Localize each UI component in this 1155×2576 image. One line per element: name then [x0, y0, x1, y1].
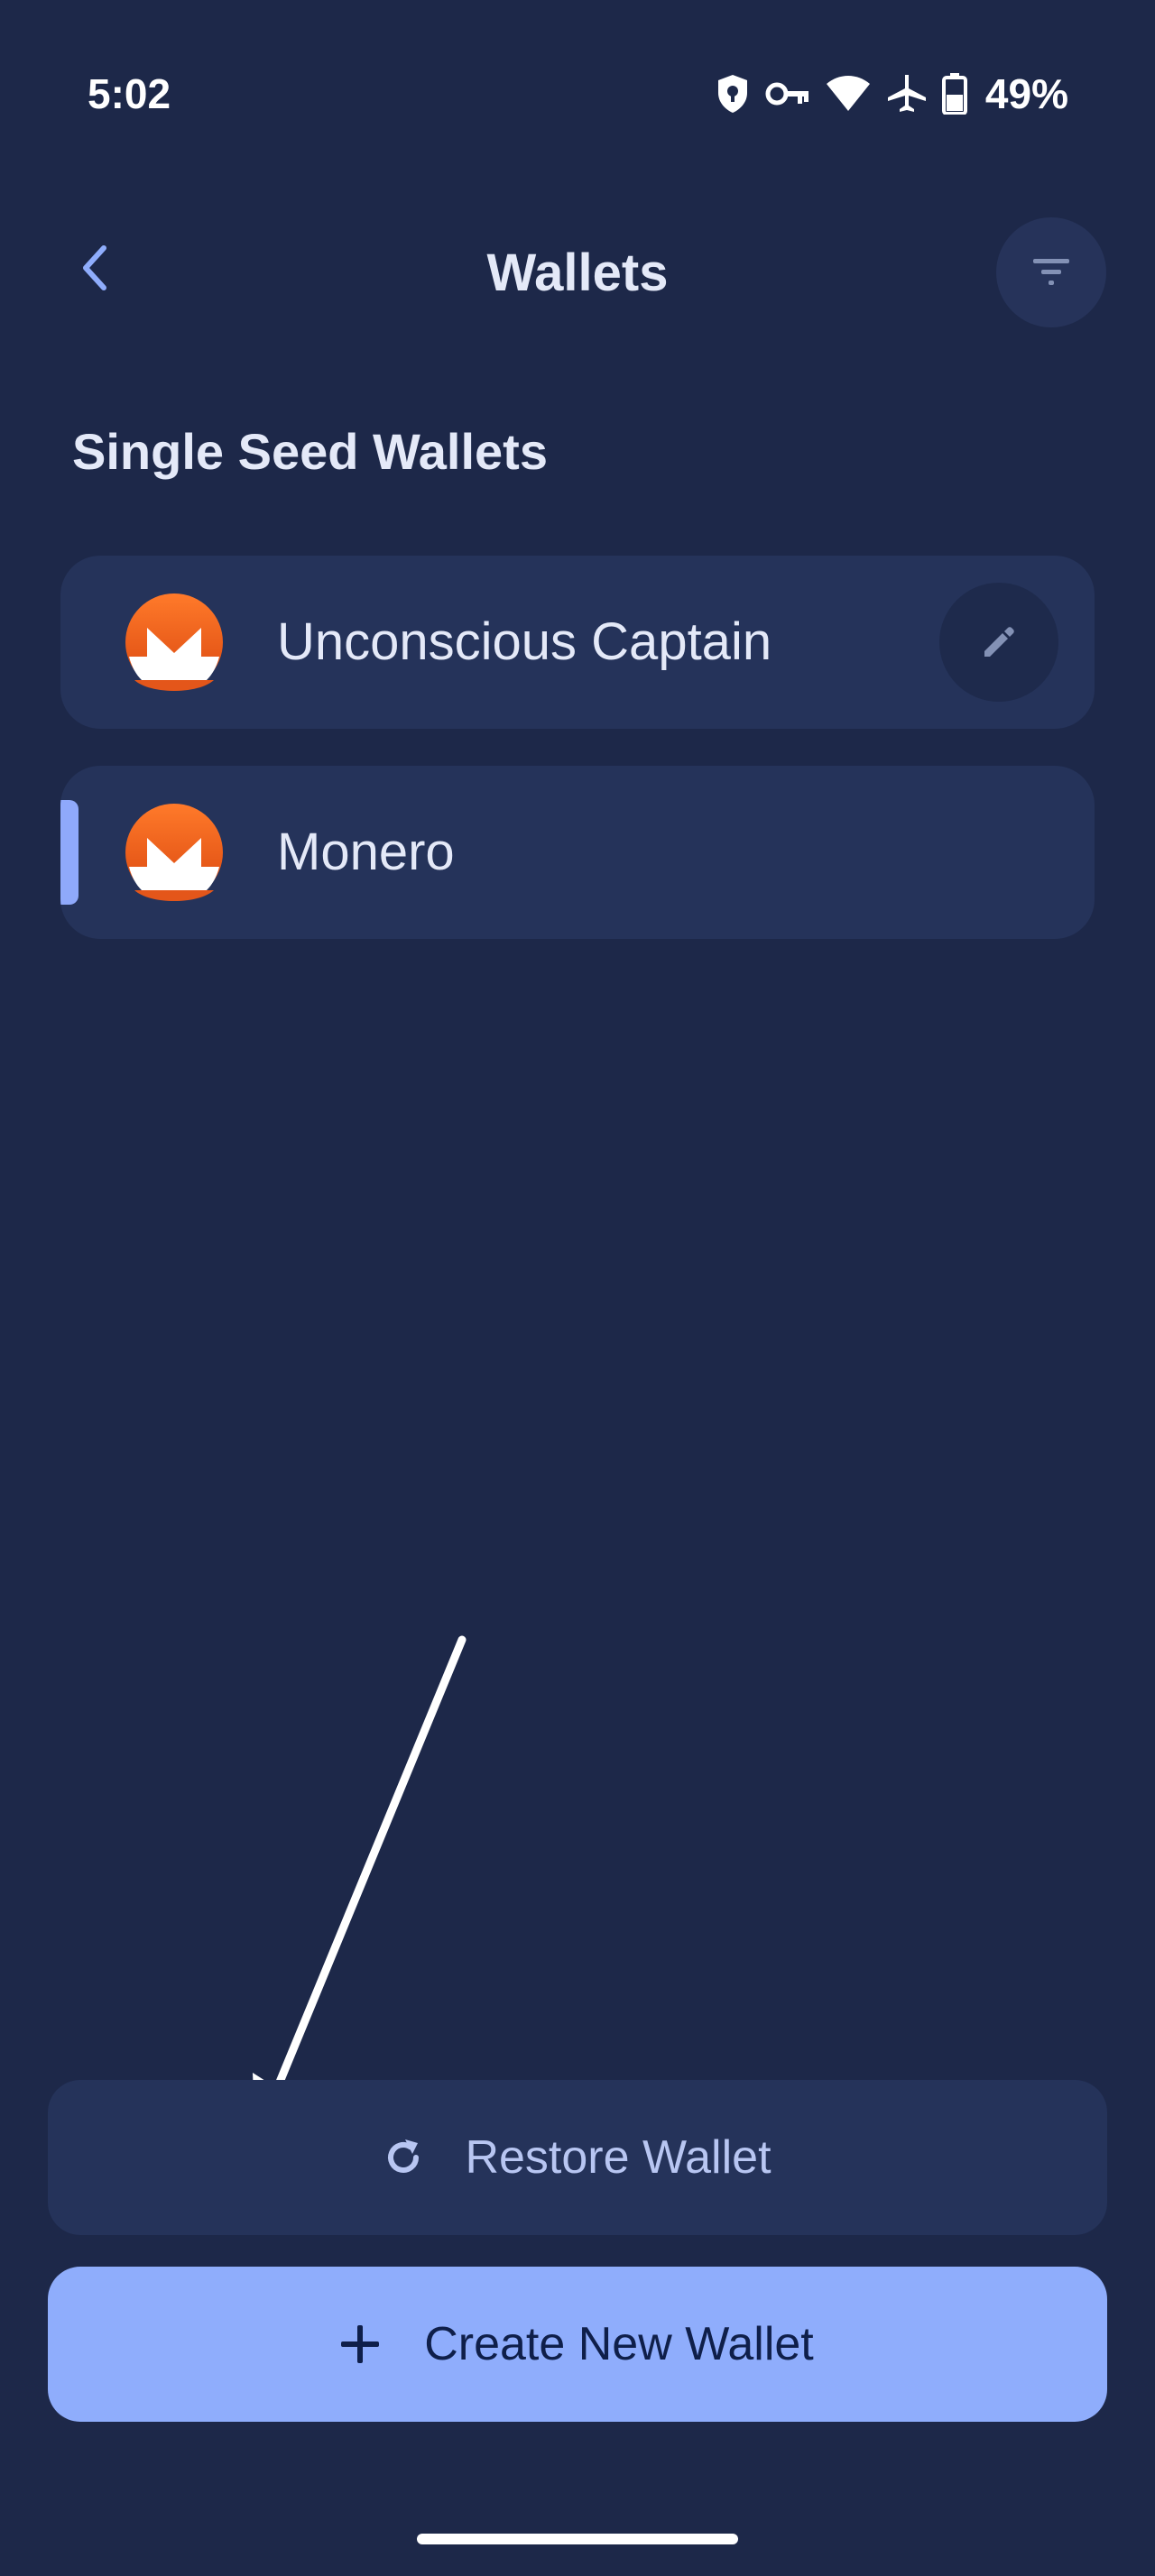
- filter-icon: [1033, 259, 1069, 285]
- airplane-icon: [887, 75, 926, 112]
- selected-indicator: [60, 800, 79, 905]
- plus-icon: [341, 2325, 380, 2363]
- page-title: Wallets: [486, 244, 669, 302]
- create-new-wallet-label: Create New Wallet: [424, 2318, 814, 2370]
- create-new-wallet-button[interactable]: Create New Wallet: [48, 2267, 1107, 2422]
- monero-icon: [125, 593, 223, 691]
- edit-wallet-button[interactable]: [939, 583, 1058, 702]
- status-time: 5:02: [88, 70, 171, 117]
- section-title: Single Seed Wallets: [72, 423, 548, 480]
- wallet-name: Monero: [277, 823, 455, 881]
- battery-icon: [941, 73, 967, 115]
- vpn-shield-icon: [717, 75, 747, 113]
- home-indicator[interactable]: [417, 2534, 738, 2544]
- pencil-icon: [984, 627, 1014, 657]
- restore-wallet-label: Restore Wallet: [465, 2131, 772, 2184]
- wifi-icon: [826, 76, 870, 111]
- wallets-screen: 5:02 49% Wallets Single Seed Wallets Unc…: [0, 0, 1155, 2576]
- battery-percent: 49%: [984, 70, 1068, 117]
- wallet-card-monero[interactable]: Monero: [60, 766, 1095, 939]
- refresh-icon: [388, 2139, 420, 2173]
- restore-wallet-button[interactable]: Restore Wallet: [48, 2080, 1107, 2235]
- status-icons: 49%: [715, 65, 1068, 123]
- key-icon: [765, 82, 808, 106]
- monero-icon: [125, 804, 223, 901]
- wallet-card-unconscious-captain[interactable]: Unconscious Captain: [60, 556, 1095, 729]
- wallet-name: Unconscious Captain: [277, 612, 772, 671]
- filter-button[interactable]: [996, 217, 1106, 327]
